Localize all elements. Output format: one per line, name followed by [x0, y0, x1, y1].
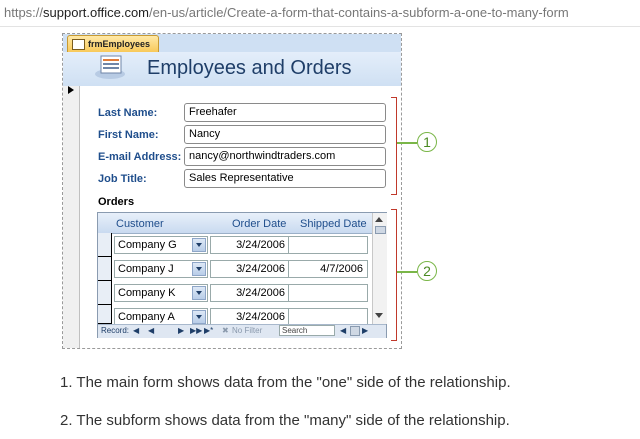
first-name-field[interactable]: Nancy: [184, 125, 386, 144]
search-input[interactable]: Search: [279, 325, 335, 336]
scroll-left-icon[interactable]: ◀: [340, 326, 346, 335]
email-field[interactable]: nancy@northwindtraders.com: [184, 147, 386, 166]
dropdown-arrow-icon[interactable]: [192, 310, 206, 324]
current-record-icon: [68, 86, 74, 94]
form-title: Employees and Orders: [147, 57, 352, 79]
customer-combo[interactable]: Company G: [114, 236, 208, 254]
customer-combo[interactable]: Company K: [114, 284, 208, 302]
callout-2: 2: [417, 261, 437, 281]
url-text[interactable]: https://support.office.com/en-us/article…: [4, 5, 569, 20]
record-label: Record:: [101, 326, 130, 335]
first-record-icon[interactable]: ◀: [133, 326, 139, 335]
customer-value: Company J: [118, 263, 174, 275]
address-bar[interactable]: https://support.office.com/en-us/article…: [0, 0, 640, 27]
scroll-down-icon[interactable]: [375, 313, 383, 318]
customer-combo[interactable]: Company J: [114, 260, 208, 278]
customer-value: Company K: [118, 287, 176, 299]
note-subform: 2. The subform shows data from the "many…: [60, 412, 510, 429]
customer-value: Company G: [118, 239, 177, 251]
url-host: support.office.com: [43, 5, 150, 20]
filter-icon[interactable]: ✖: [222, 326, 229, 335]
label-first-name: First Name:: [98, 129, 159, 141]
label-email: E-mail Address:: [98, 151, 182, 163]
row-selector[interactable]: [98, 281, 112, 305]
label-last-name: Last Name:: [98, 107, 158, 119]
column-customer[interactable]: Customer: [116, 218, 164, 230]
tab-label: frmEmployees: [88, 39, 151, 49]
subform-vertical-scrollbar[interactable]: [372, 213, 387, 324]
shipped-date-cell[interactable]: [288, 236, 368, 254]
callout-1: 1: [417, 132, 437, 152]
row-selector[interactable]: [98, 233, 112, 257]
previous-record-icon[interactable]: ◀: [148, 326, 154, 335]
column-shipped-date[interactable]: Shipped Date: [300, 218, 367, 230]
tab-frmEmployees[interactable]: frmEmployees: [67, 35, 160, 52]
last-record-icon[interactable]: ▶▶: [190, 326, 202, 335]
main-form-bracket: [391, 97, 397, 195]
dropdown-arrow-icon[interactable]: [192, 286, 206, 300]
next-record-icon[interactable]: ▶: [178, 326, 184, 335]
row-selector[interactable]: [98, 305, 112, 324]
scroll-up-icon[interactable]: [375, 217, 383, 222]
callout-line-1: [397, 142, 417, 144]
shipped-date-cell[interactable]: 4/7/2006: [288, 260, 368, 278]
last-name-field[interactable]: Freehafer: [184, 103, 386, 122]
customer-value: Company A: [118, 311, 175, 323]
order-date-cell[interactable]: 3/24/2006: [210, 284, 290, 302]
callout-line-2: [397, 271, 417, 273]
shipped-date-cell[interactable]: [288, 284, 368, 302]
url-protocol: https://: [4, 5, 44, 20]
scroll-thumb[interactable]: [375, 226, 386, 234]
scroll-right-icon[interactable]: ▶: [362, 326, 368, 335]
job-title-field[interactable]: Sales Representative: [184, 169, 386, 188]
horizontal-scroll-thumb[interactable]: [350, 326, 360, 336]
subform-bracket: [391, 209, 397, 341]
url-path: /en-us/article/Create-a-form-that-contai…: [149, 5, 569, 20]
no-filter-button[interactable]: No Filter: [232, 326, 262, 335]
order-date-cell[interactable]: 3/24/2006: [210, 260, 290, 278]
label-job-title: Job Title:: [98, 173, 147, 185]
record-selector[interactable]: [63, 86, 80, 348]
order-date-cell[interactable]: 3/24/2006: [210, 236, 290, 254]
column-order-date[interactable]: Order Date: [232, 218, 286, 230]
subform-label: Orders: [98, 196, 135, 208]
dropdown-arrow-icon[interactable]: [192, 238, 206, 252]
new-record-icon[interactable]: ▶*: [204, 326, 213, 335]
form-header-icon: [95, 55, 125, 79]
form-icon: [72, 39, 85, 50]
note-main-form: 1. The main form shows data from the "on…: [60, 374, 511, 391]
row-selector[interactable]: [98, 257, 112, 281]
dropdown-arrow-icon[interactable]: [192, 262, 206, 276]
record-navigation-bar: Record: ◀ ◀ ▶ ▶▶ ▶* ✖ No Filter Search ◀…: [98, 324, 386, 338]
